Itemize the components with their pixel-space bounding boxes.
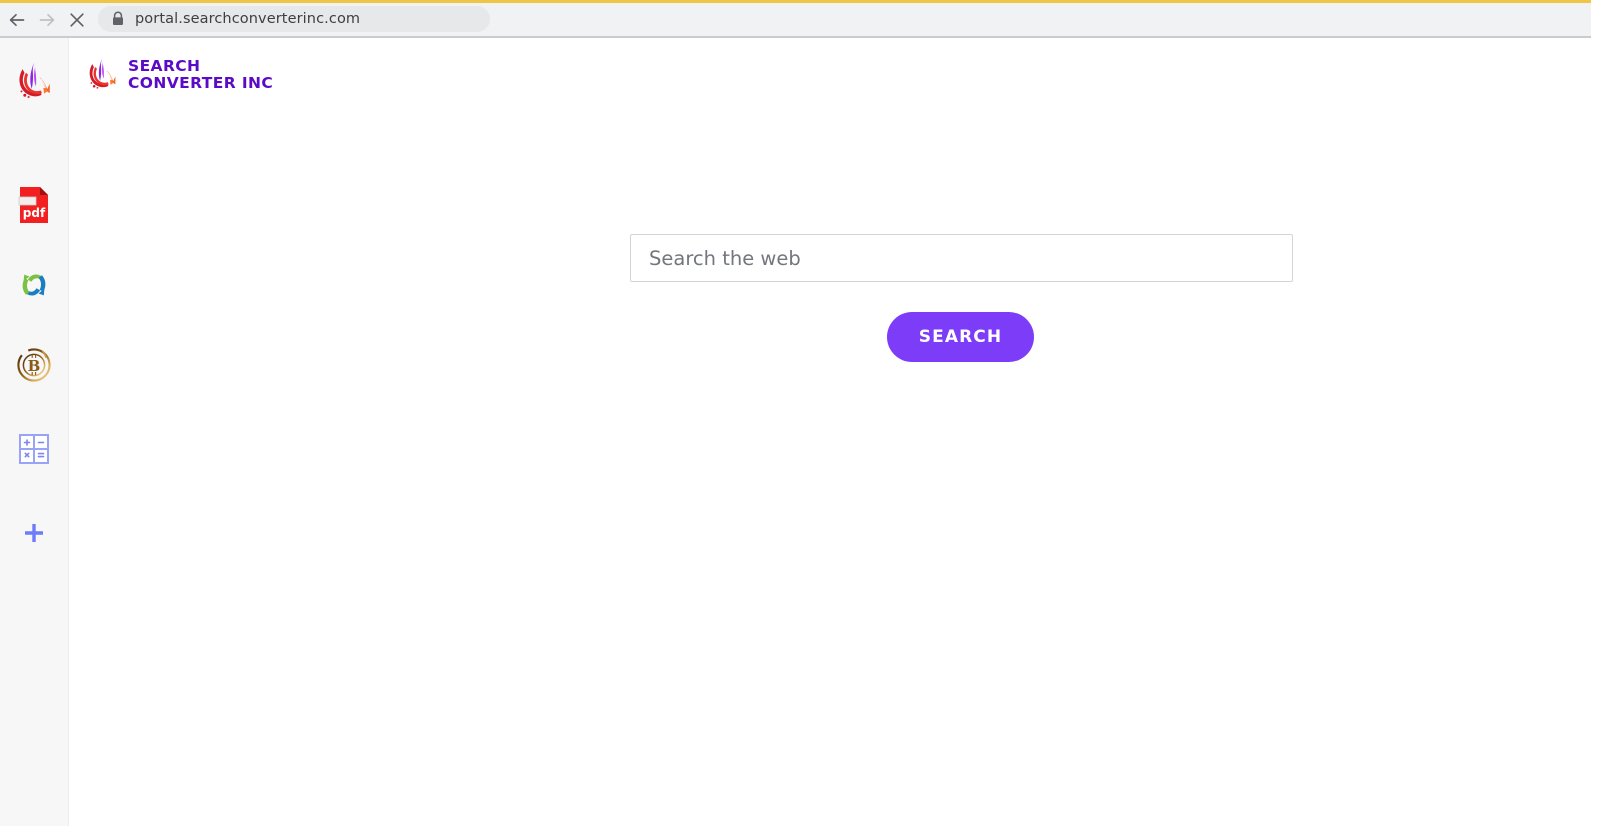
site-logo[interactable]: SEARCH CONVERTER INC (85, 54, 273, 96)
sidebar-item-pdf[interactable]: pdf (0, 177, 68, 233)
logo-line-2: CONVERTER INC (128, 74, 274, 92)
convert-arrows-icon (22, 274, 46, 296)
svg-text:B: B (28, 357, 41, 375)
brand-swoosh-icon (89, 58, 116, 89)
sidebar-item-bitcoin[interactable]: B (0, 337, 68, 393)
sidebar-item-brand[interactable] (0, 54, 68, 110)
close-x-icon (70, 13, 84, 27)
search-input[interactable] (630, 234, 1293, 282)
plus-icon (25, 524, 43, 542)
address-bar-url: portal.searchconverterinc.com (135, 11, 361, 27)
arrow-right-icon (39, 13, 55, 27)
lock-icon (113, 11, 123, 25)
forward-button[interactable] (32, 5, 62, 35)
logo-line-1: SEARCH (128, 57, 201, 75)
brand-swoosh-icon (19, 62, 50, 99)
arrow-left-icon (9, 13, 25, 27)
address-bar[interactable]: portal.searchconverterinc.com (98, 6, 490, 32)
sidebar-item-convert[interactable] (0, 257, 68, 313)
browser-chrome: portal.searchconverterinc.com (0, 0, 1609, 38)
page-body: pdf B SEARCH CONVERTER INC Search the we… (0, 38, 1609, 826)
stop-loading-button[interactable] (62, 5, 92, 35)
svg-text:pdf: pdf (23, 206, 46, 220)
bitcoin-icon: B (17, 348, 51, 382)
search-area: SEARCH (630, 234, 1293, 362)
logo-wordmark: SEARCH CONVERTER INC (128, 58, 273, 92)
pdf-file-icon: pdf (18, 187, 48, 223)
main-content: SEARCH CONVERTER INC SEARCH (69, 38, 1609, 826)
back-button[interactable] (2, 5, 32, 35)
calculator-icon (19, 434, 49, 464)
sidebar-item-calculator[interactable] (0, 421, 68, 477)
search-button[interactable]: SEARCH (887, 312, 1034, 362)
sidebar-item-add[interactable] (0, 505, 68, 561)
app-sidebar: pdf B (0, 38, 69, 826)
